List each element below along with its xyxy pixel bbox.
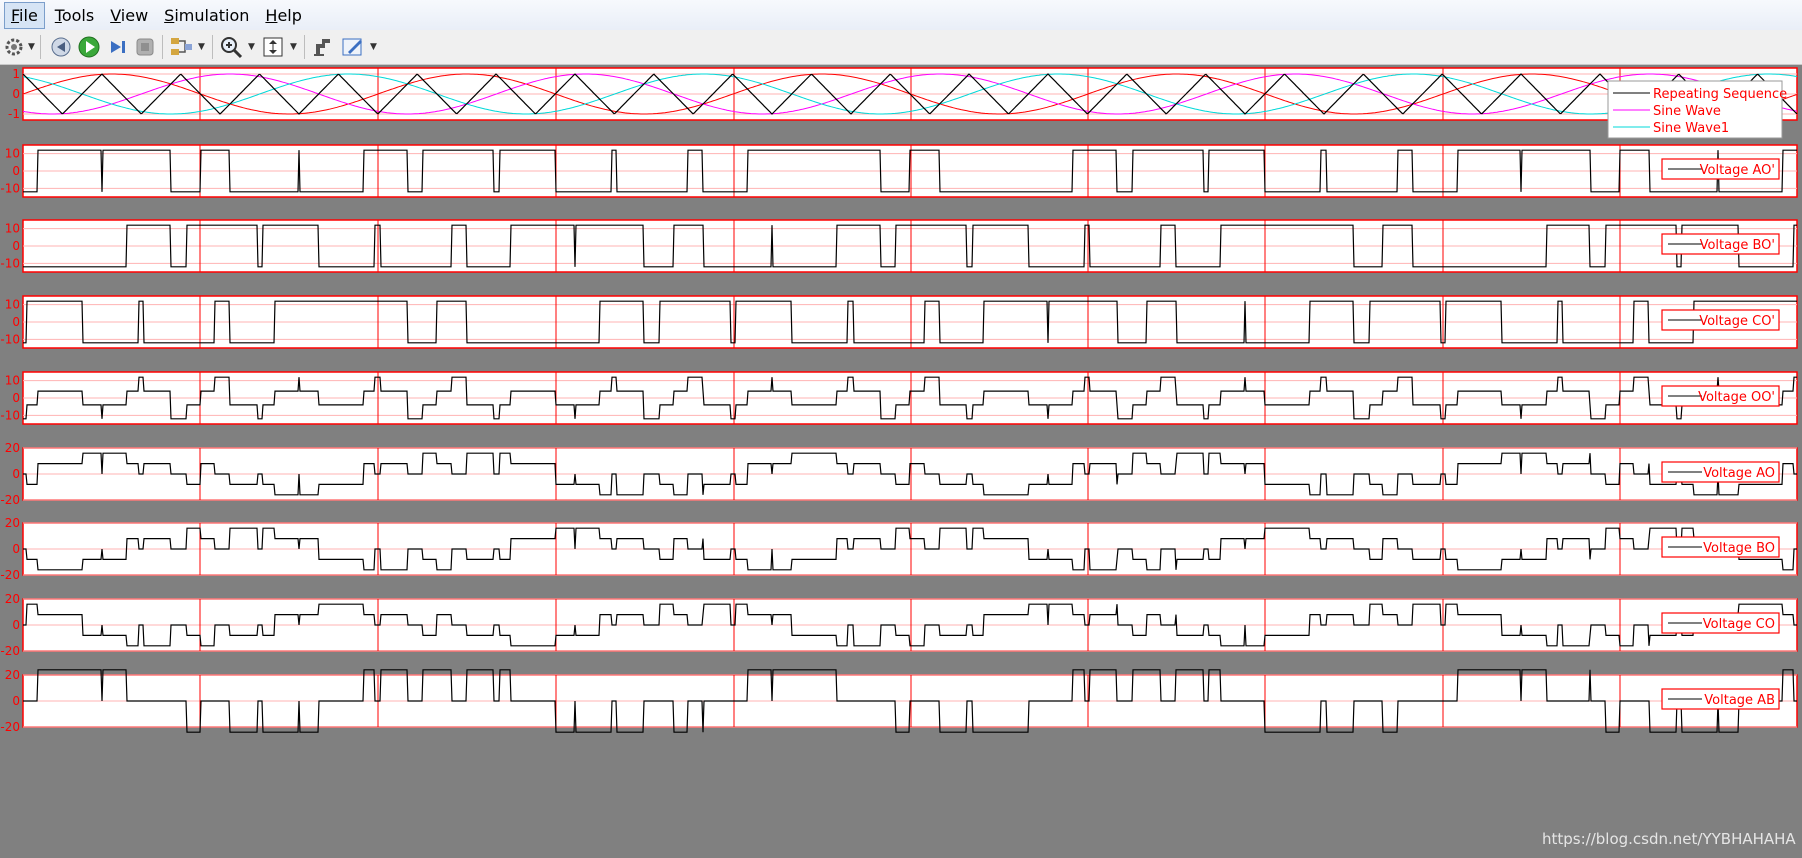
ytick-label: 0 <box>12 542 20 556</box>
legend-entry: Voltage CO' <box>1699 314 1775 329</box>
legend-entry: Voltage BO' <box>1700 238 1775 253</box>
step-forward-icon[interactable] <box>104 34 130 60</box>
autoscale-icon[interactable] <box>260 34 286 60</box>
style-dropdown-icon[interactable]: ▼ <box>370 42 377 52</box>
ytick-label: -10 <box>0 332 20 346</box>
menu-view[interactable]: View <box>104 3 154 28</box>
signal-selector-icon[interactable] <box>168 34 194 60</box>
ytick-label: -1 <box>8 107 20 121</box>
scope-panel-3: -10 0 10 Voltage BO' <box>0 219 1798 273</box>
legend-entry: Voltage BO <box>1703 541 1775 556</box>
menu-file[interactable]: File <box>4 1 45 29</box>
style-icon[interactable] <box>340 34 366 60</box>
ytick-label: -20 <box>0 493 20 507</box>
rewind-icon[interactable] <box>48 34 74 60</box>
gear-dropdown-icon[interactable]: ▼ <box>28 42 35 52</box>
legend-entry: Repeating Sequence <box>1653 87 1787 102</box>
gear-icon[interactable] <box>2 34 28 60</box>
legend-entry: Voltage CO <box>1703 617 1775 632</box>
toolbar: ▼ ▼ ▼ ▼ ▼ <box>0 30 1802 65</box>
stop-icon[interactable] <box>132 34 158 60</box>
zoom-dropdown-icon[interactable]: ▼ <box>248 42 255 52</box>
legend-entry: Voltage AB <box>1704 693 1775 708</box>
highlight-block-icon[interactable] <box>310 34 336 60</box>
menu-tools[interactable]: Tools <box>49 3 100 28</box>
ytick-label: 20 <box>5 592 20 606</box>
ytick-label: -10 <box>0 408 20 422</box>
menu-bar: File Tools View Simulation Help <box>0 0 1802 30</box>
autoscale-dropdown-icon[interactable]: ▼ <box>290 42 297 52</box>
scope-panel-7: -20 0 20 Voltage BO <box>0 516 1798 582</box>
legend-entry: Sine Wave <box>1653 104 1721 119</box>
ytick-label: 0 <box>12 618 20 632</box>
ytick-label: -20 <box>0 720 20 734</box>
legend-entry: Voltage OO' <box>1698 390 1775 405</box>
ytick-label: 10 <box>5 147 20 161</box>
ytick-label: 0 <box>12 694 20 708</box>
legend-entry: Voltage AO' <box>1700 163 1775 178</box>
ytick-label: 0 <box>12 315 20 329</box>
scope-panel-2: -10 0 10 Voltage AO' <box>0 144 1798 198</box>
scope-panel-1: -1 0 1 Repeating Sequence Sine Wave Sine Wave… <box>8 67 1798 139</box>
toolbar-separator <box>40 35 41 59</box>
ytick-label: 10 <box>5 374 20 388</box>
menu-simulation[interactable]: Simulation <box>158 3 255 28</box>
toolbar-separator <box>212 35 213 59</box>
ytick-label: 10 <box>5 222 20 236</box>
ytick-label: 1 <box>12 67 20 81</box>
watermark-text: https://blog.csdn.net/YYBHAHAHA <box>1542 830 1796 848</box>
ytick-label: 20 <box>5 668 20 682</box>
ytick-label: 20 <box>5 441 20 455</box>
legend-entry: Voltage AO <box>1703 466 1775 481</box>
ytick-label: 0 <box>12 239 20 253</box>
ytick-label: 0 <box>12 87 20 101</box>
ytick-label: 0 <box>12 391 20 405</box>
ytick-label: 0 <box>12 164 20 178</box>
scope-axes-svg: -101Repeating SequenceSine WaveSine Wave… <box>0 67 1798 734</box>
scope-panel-8: -20 0 20 Voltage CO <box>0 592 1798 658</box>
run-icon[interactable] <box>76 34 102 60</box>
scope-plot-area: -1 0 1 Repeating Sequence Sine Wave Sine Wave… <box>0 65 1802 858</box>
signal-selector-dropdown-icon[interactable]: ▼ <box>198 42 205 52</box>
scope-panel-4: -10 0 10 Voltage CO' <box>0 295 1798 349</box>
ytick-label: -20 <box>0 644 20 658</box>
toolbar-separator <box>304 35 305 59</box>
ytick-label: 20 <box>5 516 20 530</box>
menu-help[interactable]: Help <box>259 3 307 28</box>
scope-panel-6: -20 0 20 Voltage AO <box>0 441 1798 507</box>
ytick-label: -10 <box>0 256 20 270</box>
scope-panel-5: -10 0 10 Voltage OO' <box>0 371 1798 425</box>
scope-panel-9: -20 0 20 Voltage AB <box>0 668 1798 734</box>
ytick-label: -20 <box>0 568 20 582</box>
toolbar-separator <box>162 35 163 59</box>
ytick-label: 0 <box>12 467 20 481</box>
zoom-icon[interactable] <box>218 34 244 60</box>
ytick-label: 10 <box>5 298 20 312</box>
legend-entry: Sine Wave1 <box>1653 121 1729 136</box>
ytick-label: -10 <box>0 181 20 195</box>
